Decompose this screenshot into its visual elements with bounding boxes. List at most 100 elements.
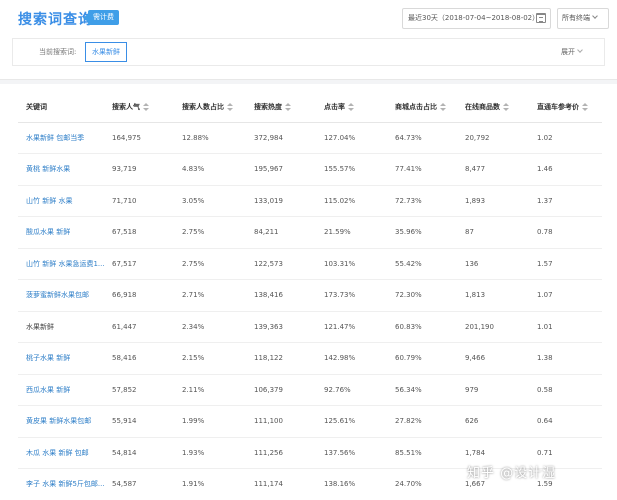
search-heat-cell: 138,416 bbox=[246, 279, 316, 312]
search-popularity-cell: 71,710 bbox=[104, 185, 174, 217]
keyword-cell: 水果新鲜 bbox=[18, 311, 104, 343]
online-items-cell: 1,893 bbox=[457, 185, 529, 217]
expand-toggle[interactable]: 展开 bbox=[561, 47, 583, 57]
search-heat-cell: 111,256 bbox=[246, 437, 316, 469]
search-popularity-cell: 67,518 bbox=[104, 216, 174, 249]
current-keyword-row: 当前搜索词: 水果新鲜 展开 bbox=[12, 38, 605, 66]
mall-click-share-cell: 64.73% bbox=[387, 122, 457, 154]
search-popularity-cell: 55,914 bbox=[104, 405, 174, 438]
sort-icon[interactable] bbox=[227, 102, 233, 111]
ctr-cell: 138.16% bbox=[316, 468, 387, 500]
searcher-share-cell: 4.83% bbox=[174, 153, 246, 186]
current-keyword-label: 当前搜索词: bbox=[39, 48, 77, 56]
search-popularity-cell: 57,852 bbox=[104, 374, 174, 406]
keyword-cell[interactable]: 水果新鲜 包邮当季 bbox=[18, 122, 104, 154]
searcher-share-cell: 1.91% bbox=[174, 468, 246, 500]
search-popularity-cell: 67,517 bbox=[104, 248, 174, 280]
sort-icon[interactable] bbox=[143, 102, 149, 111]
online-items-cell: 136 bbox=[457, 248, 529, 280]
reference-price-cell: 1.38 bbox=[529, 342, 602, 375]
reference-price-cell: 1.37 bbox=[529, 185, 602, 217]
keyword-cell[interactable]: 西瓜水果 新鲜 bbox=[18, 374, 104, 406]
sort-icon[interactable] bbox=[503, 102, 509, 111]
searcher-share-cell: 2.75% bbox=[174, 216, 246, 249]
mall-click-share-cell: 24.70% bbox=[387, 468, 457, 500]
page-title: 搜索词查询 bbox=[18, 12, 93, 28]
column-header-ctr[interactable]: 点击率 bbox=[316, 92, 387, 123]
online-items-cell: 979 bbox=[457, 374, 529, 406]
column-header-mall-click-share[interactable]: 商城点击占比 bbox=[387, 92, 457, 123]
keyword-cell[interactable]: 桃子水果 新鲜 bbox=[18, 342, 104, 375]
search-heat-cell: 111,174 bbox=[246, 468, 316, 500]
terminal-select-value: 所有终端 bbox=[562, 14, 590, 22]
mall-click-share-cell: 35.96% bbox=[387, 216, 457, 249]
online-items-cell: 20,792 bbox=[457, 122, 529, 154]
table-row: 黄皮果 新鲜水果包邮 55,914 1.99% 111,100 125.61% 27.82… bbox=[18, 405, 602, 438]
column-header-online-items[interactable]: 在线商品数 bbox=[457, 92, 529, 123]
table-row: 水果新鲜 61,447 2.34% 139,363 121.47% 60.83% 201,1… bbox=[18, 311, 602, 343]
searcher-share-cell: 1.99% bbox=[174, 405, 246, 438]
mall-click-share-cell: 60.83% bbox=[387, 311, 457, 343]
table-row: 酸瓜水果 新鲜 67,518 2.75% 84,211 21.59% 35.96% 87 0.… bbox=[18, 216, 602, 249]
search-heat-cell: 133,019 bbox=[246, 185, 316, 217]
table-row: 菠萝蜜新鲜水果包邮 66,918 2.71% 138,416 173.73% 72.30%… bbox=[18, 279, 602, 312]
search-heat-cell: 122,573 bbox=[246, 248, 316, 280]
online-items-cell: 87 bbox=[457, 216, 529, 249]
keyword-cell[interactable]: 山竹 新鲜 水果急运费1... bbox=[18, 248, 104, 280]
header-card: 搜索词查询 需计费 最近30天（2018-07-04~2018-08-02） 所… bbox=[0, 0, 617, 80]
calendar-icon[interactable] bbox=[536, 13, 546, 23]
keyword-cell[interactable]: 菠萝蜜新鲜水果包邮 bbox=[18, 279, 104, 312]
search-popularity-cell: 164,975 bbox=[104, 122, 174, 154]
ctr-cell: 115.02% bbox=[316, 185, 387, 217]
searcher-share-cell: 1.93% bbox=[174, 437, 246, 469]
reference-price-cell: 0.64 bbox=[529, 405, 602, 438]
table-body: 水果新鲜 包邮当季 164,975 12.88% 372,984 127.04% 64.7… bbox=[18, 122, 602, 500]
current-keyword-tag[interactable]: 水果新鲜 bbox=[85, 42, 127, 62]
search-popularity-cell: 93,719 bbox=[104, 153, 174, 186]
column-header-searcher-share[interactable]: 搜索人数占比 bbox=[174, 92, 246, 123]
mall-click-share-cell: 77.41% bbox=[387, 153, 457, 186]
column-header-keyword: 关键词 bbox=[18, 92, 104, 123]
ctr-cell: 21.59% bbox=[316, 216, 387, 249]
date-range-picker[interactable]: 最近30天（2018-07-04~2018-08-02） bbox=[402, 8, 551, 29]
search-popularity-cell: 66,918 bbox=[104, 279, 174, 312]
keyword-cell[interactable]: 黄桃 新鲜水果 bbox=[18, 153, 104, 186]
mall-click-share-cell: 85.51% bbox=[387, 437, 457, 469]
watermark: 知乎 @设计湿 bbox=[467, 466, 557, 481]
keyword-cell[interactable]: 木瓜 水果 新鲜 包邮 bbox=[18, 437, 104, 469]
search-heat-cell: 139,363 bbox=[246, 311, 316, 343]
results-card: 关键词 搜索人气 搜索人数占比 搜索热度 点击率 商城点击占比 在线商品数 直通… bbox=[0, 84, 617, 500]
sort-icon[interactable] bbox=[285, 102, 291, 111]
ctr-cell: 92.76% bbox=[316, 374, 387, 406]
column-header-search-popularity[interactable]: 搜索人气 bbox=[104, 92, 174, 123]
keyword-cell[interactable]: 山竹 新鲜 水果 bbox=[18, 185, 104, 217]
table-row: 山竹 新鲜 水果 71,710 3.05% 133,019 115.02% 72.73% 1… bbox=[18, 185, 602, 217]
online-items-cell: 201,190 bbox=[457, 311, 529, 343]
reference-price-cell: 1.07 bbox=[529, 279, 602, 312]
table-row: 西瓜水果 新鲜 57,852 2.11% 106,379 92.76% 56.34% 979… bbox=[18, 374, 602, 406]
table-row: 水果新鲜 包邮当季 164,975 12.88% 372,984 127.04% 64.7… bbox=[18, 122, 602, 154]
search-heat-cell: 84,211 bbox=[246, 216, 316, 249]
chevron-down-icon bbox=[577, 47, 583, 53]
searcher-share-cell: 2.15% bbox=[174, 342, 246, 375]
sort-icon[interactable] bbox=[440, 102, 446, 111]
ctr-cell: 137.56% bbox=[316, 437, 387, 469]
keyword-cell[interactable]: 黄皮果 新鲜水果包邮 bbox=[18, 405, 104, 438]
keyword-cell[interactable]: 李子 水果 新鲜5斤包邮... bbox=[18, 468, 104, 500]
search-heat-cell: 372,984 bbox=[246, 122, 316, 154]
sort-icon[interactable] bbox=[348, 102, 354, 111]
column-header-search-heat[interactable]: 搜索热度 bbox=[246, 92, 316, 123]
search-heat-cell: 106,379 bbox=[246, 374, 316, 406]
search-heat-cell: 111,100 bbox=[246, 405, 316, 438]
keyword-cell[interactable]: 酸瓜水果 新鲜 bbox=[18, 216, 104, 249]
searcher-share-cell: 2.75% bbox=[174, 248, 246, 280]
reference-price-cell: 1.46 bbox=[529, 153, 602, 186]
search-popularity-cell: 54,587 bbox=[104, 468, 174, 500]
reference-price-cell: 1.02 bbox=[529, 122, 602, 154]
column-header-reference-price[interactable]: 直通车参考价 bbox=[529, 92, 602, 123]
reference-price-cell: 0.58 bbox=[529, 374, 602, 406]
terminal-select[interactable]: 所有终端 bbox=[557, 8, 609, 29]
mall-click-share-cell: 72.73% bbox=[387, 185, 457, 217]
search-popularity-cell: 58,416 bbox=[104, 342, 174, 375]
sort-icon[interactable] bbox=[582, 102, 588, 111]
